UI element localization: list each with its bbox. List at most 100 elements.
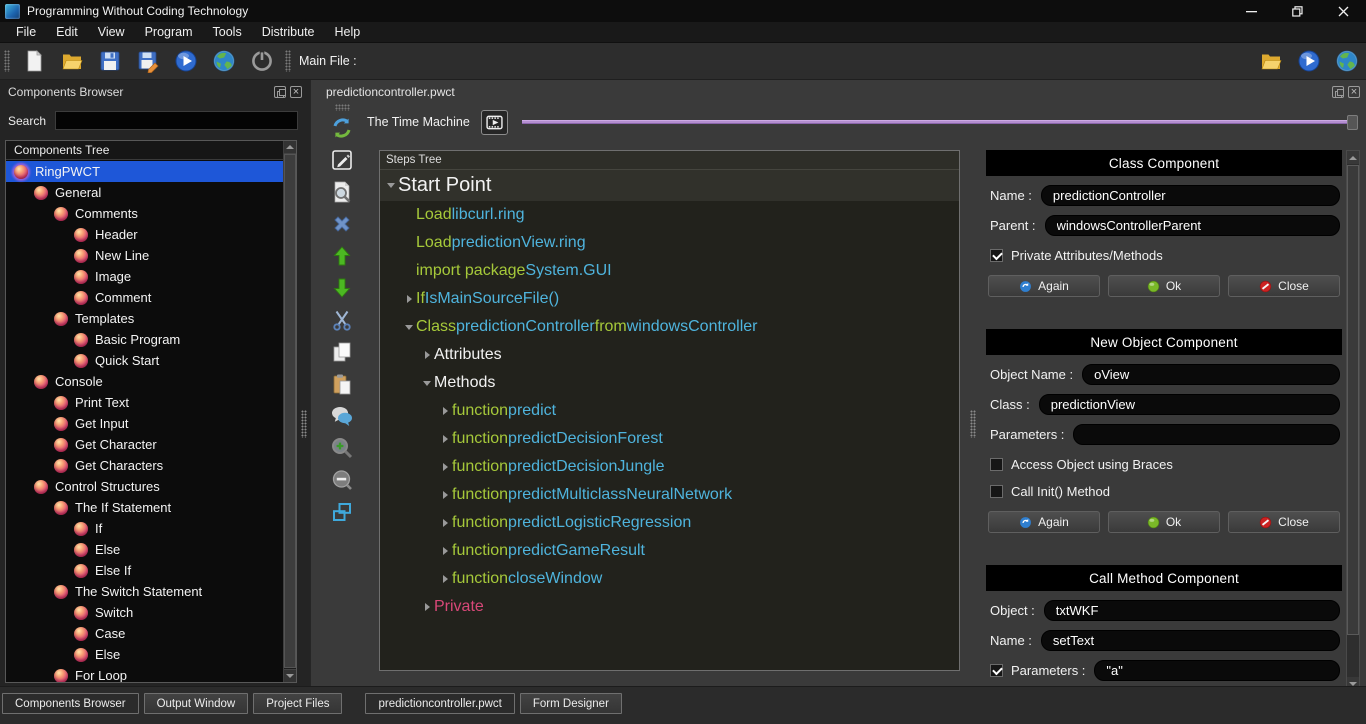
zoom-out-icon[interactable]: [330, 468, 354, 492]
tree-item-else-if[interactable]: Else If: [6, 560, 283, 581]
step-row[interactable]: function predictDecisionJungle: [380, 453, 959, 481]
checkbox-access-object-using-braces[interactable]: [990, 458, 1003, 471]
menu-item-edit[interactable]: Edit: [46, 23, 88, 41]
editor-close-icon[interactable]: [1348, 86, 1360, 98]
tree-item-comments[interactable]: Comments: [6, 203, 283, 224]
tree-item-ringpwct[interactable]: RingPWCT: [6, 161, 283, 182]
field-input-parameters[interactable]: [1073, 424, 1340, 445]
globe-icon[interactable]: [212, 49, 236, 73]
expand-right-icon[interactable]: [420, 351, 434, 359]
scroll-thumb[interactable]: [1347, 165, 1359, 635]
panel-float-icon[interactable]: [274, 86, 286, 98]
save-icon[interactable]: [98, 49, 122, 73]
again-button[interactable]: Again: [988, 511, 1100, 533]
step-row[interactable]: Private: [380, 593, 959, 621]
tree-item-else[interactable]: Else: [6, 644, 283, 665]
splitter-handle[interactable]: [301, 410, 307, 438]
tree-item-header[interactable]: Header: [6, 224, 283, 245]
checkbox-call-init-method[interactable]: [990, 485, 1003, 498]
expand-right-icon[interactable]: [438, 547, 452, 555]
field-input-parameters[interactable]: [1094, 660, 1340, 681]
save-as-icon[interactable]: [136, 49, 160, 73]
tree-item-control-structures[interactable]: Control Structures: [6, 476, 283, 497]
new-file-icon[interactable]: [22, 49, 46, 73]
expand-right-icon[interactable]: [438, 463, 452, 471]
open-folder-icon[interactable]: [1259, 49, 1283, 73]
detach-icon[interactable]: [330, 500, 354, 524]
expand-down-icon[interactable]: [384, 183, 398, 188]
step-row[interactable]: Start Point: [380, 170, 959, 201]
splitter-handle[interactable]: [970, 410, 976, 438]
step-row[interactable]: Load predictionView.ring: [380, 229, 959, 257]
tree-item-switch[interactable]: Switch: [6, 602, 283, 623]
tab-output-window[interactable]: Output Window: [144, 693, 249, 714]
tree-item-for-loop[interactable]: For Loop: [6, 665, 283, 682]
tree-item-case[interactable]: Case: [6, 623, 283, 644]
open-folder-icon[interactable]: [60, 49, 84, 73]
scroll-down-icon[interactable]: [284, 669, 296, 682]
tree-item-comment[interactable]: Comment: [6, 287, 283, 308]
comment-icon[interactable]: [330, 404, 354, 428]
field-input-parent[interactable]: [1045, 215, 1340, 236]
expand-right-icon[interactable]: [438, 519, 452, 527]
tree-item-image[interactable]: Image: [6, 266, 283, 287]
tree-item-get-characters[interactable]: Get Characters: [6, 455, 283, 476]
ok-button[interactable]: Ok: [1108, 275, 1220, 297]
run-icon[interactable]: [1297, 49, 1321, 73]
expand-right-icon[interactable]: [438, 575, 452, 583]
tab-project-files[interactable]: Project Files: [253, 693, 342, 714]
step-row[interactable]: function predictLogisticRegression: [380, 509, 959, 537]
step-row[interactable]: Class predictionController from windowsC…: [380, 313, 959, 341]
again-button[interactable]: Again: [988, 275, 1100, 297]
step-row[interactable]: function predictMulticlassNeuralNetwork: [380, 481, 959, 509]
tree-item-templates[interactable]: Templates: [6, 308, 283, 329]
power-icon[interactable]: [250, 49, 274, 73]
copy-icon[interactable]: [330, 340, 354, 364]
close-button[interactable]: Close: [1228, 511, 1340, 533]
expand-right-icon[interactable]: [420, 603, 434, 611]
move-down-icon[interactable]: [330, 276, 354, 300]
menu-item-view[interactable]: View: [88, 23, 135, 41]
tree-item-the-if-statement[interactable]: The If Statement: [6, 497, 283, 518]
editor-float-icon[interactable]: [1332, 86, 1344, 98]
scroll-thumb[interactable]: [284, 154, 296, 668]
cut-icon[interactable]: [330, 308, 354, 332]
restore-icon[interactable]: [1274, 0, 1320, 22]
step-row[interactable]: function predict: [380, 397, 959, 425]
tree-item-quick-start[interactable]: Quick Start: [6, 350, 283, 371]
step-row[interactable]: Methods: [380, 369, 959, 397]
step-row[interactable]: function closeWindow: [380, 565, 959, 593]
step-row[interactable]: Attributes: [380, 341, 959, 369]
step-row[interactable]: Load libcurl.ring: [380, 201, 959, 229]
tree-item-basic-program[interactable]: Basic Program: [6, 329, 283, 350]
delete-icon[interactable]: [330, 212, 354, 236]
menu-item-distribute[interactable]: Distribute: [252, 23, 325, 41]
tree-item-get-input[interactable]: Get Input: [6, 413, 283, 434]
field-input-name[interactable]: [1041, 630, 1340, 651]
tree-item-print-text[interactable]: Print Text: [6, 392, 283, 413]
expand-right-icon[interactable]: [438, 407, 452, 415]
expand-down-icon[interactable]: [420, 381, 434, 386]
time-machine-slider[interactable]: [522, 114, 1358, 131]
scroll-up-icon[interactable]: [284, 141, 296, 154]
field-input-name[interactable]: [1041, 185, 1340, 206]
tree-item-console[interactable]: Console: [6, 371, 283, 392]
expand-right-icon[interactable]: [402, 295, 416, 303]
tree-item-if[interactable]: If: [6, 518, 283, 539]
scroll-up-icon[interactable]: [1347, 151, 1359, 164]
expand-right-icon[interactable]: [438, 435, 452, 443]
minimize-icon[interactable]: [1228, 0, 1274, 22]
tab-components-browser[interactable]: Components Browser: [2, 693, 139, 714]
menu-item-program[interactable]: Program: [135, 23, 203, 41]
tree-item-else[interactable]: Else: [6, 539, 283, 560]
panel-close-icon[interactable]: [290, 86, 302, 98]
step-row[interactable]: If IsMainSourceFile(): [380, 285, 959, 313]
tree-item-get-character[interactable]: Get Character: [6, 434, 283, 455]
globe-icon[interactable]: [1335, 49, 1359, 73]
tree-item-general[interactable]: General: [6, 182, 283, 203]
field-input-object[interactable]: [1044, 600, 1340, 621]
expand-right-icon[interactable]: [438, 491, 452, 499]
forms-scrollbar[interactable]: [1346, 150, 1360, 691]
run-icon[interactable]: [174, 49, 198, 73]
paste-icon[interactable]: [330, 372, 354, 396]
